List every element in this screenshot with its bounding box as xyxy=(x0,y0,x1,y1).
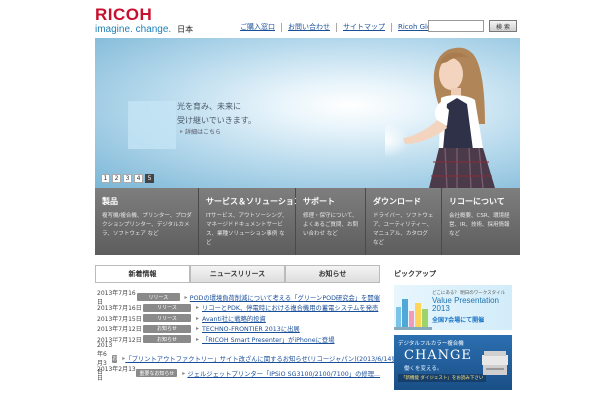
category-desc: 修理・保守について、よくあるご質問、お問い合わせ など xyxy=(303,213,359,237)
news-panel: 新着情報 ニュースリリース お知らせ 2013年7月16日 リリース ▸ POD… xyxy=(95,265,406,400)
news-tag: リリース xyxy=(143,303,191,312)
category-products[interactable]: 製品 複写機/複合機、プリンター、プロダクションプリンター、デジタルカメラ、ソフ… xyxy=(95,188,199,255)
tagline-text: imagine. change. xyxy=(95,24,172,35)
tab-latest[interactable]: 新着情報 xyxy=(95,265,190,282)
news-tag: リリース xyxy=(137,293,180,302)
news-item: 2013年7月15日 リリース ▸ Avanti社に戦略的投資 xyxy=(95,313,380,324)
news-date: 2013年2月13日 xyxy=(97,366,136,383)
hero-copy: 光を育み、未来に 受け継いでいきます。 xyxy=(177,100,277,128)
hero-decor-square xyxy=(128,101,176,149)
banner1-highlight: 全国7会場にて開催 xyxy=(432,317,485,324)
logo-tagline: imagine. change. 日本 xyxy=(95,24,215,35)
news-tag: 重要なお知らせ xyxy=(136,369,178,378)
news-item: 2013年2月13日 重要なお知らせ ▸ ジェルジェットプリンター「IPSiO … xyxy=(95,366,380,382)
category-download[interactable]: ダウンロード ドライバー、ソフトウェア、ユーティリティー、マニュアル、カタログ … xyxy=(366,188,442,255)
news-link[interactable]: 「プリントアウトファクトリー」サイト改ざんに関するお知らせ(リコージャパン)(2… xyxy=(125,354,406,363)
hero-detail-text: 詳細はこちら xyxy=(185,129,222,136)
news-list: 2013年7月16日 リリース ▸ PODの環境負荷削減について考える「グリーン… xyxy=(95,282,406,384)
news-tabs: 新着情報 ニュースリリース お知らせ xyxy=(95,265,380,282)
news-tag: お知らせ xyxy=(143,324,191,333)
banner2-line3: 働くを変える。 xyxy=(404,366,443,372)
link-purchase[interactable]: ご購入窓口 xyxy=(240,23,281,32)
news-link[interactable]: 「RICOH Smart Presenter」がiPhoneに登場 xyxy=(202,335,335,344)
pickup-title: ピックアップ xyxy=(394,269,436,278)
hero-copy-line2: 受け継いでいきます。 xyxy=(177,116,256,125)
category-title: サポート xyxy=(303,197,335,206)
girl-illustration xyxy=(385,47,495,188)
hero-pager: 1 2 3 4 5 xyxy=(101,174,154,183)
banner2-line1: デジタルフルカラー複合機 xyxy=(398,341,464,347)
news-item: 2013年7月16日 リリース ▸ PODの環境負荷削減について考える「グリーン… xyxy=(95,290,380,306)
hero-banner[interactable]: 光を育み、未来に 受け継いでいきます。 ▸ 詳細はこちら 1 2 3 4 5 xyxy=(95,38,520,188)
change-banner[interactable]: デジタルフルカラー複合機 CHANGE 働くを変える。 「新機能 ダイジェスト」… xyxy=(394,335,512,390)
search-input[interactable] xyxy=(428,20,484,32)
news-item: 2013年7月12日 お知らせ ▸ TECHNO-FRONTIER 2013に出… xyxy=(95,324,380,335)
banner2-headline: CHANGE xyxy=(404,348,472,363)
category-title: サービス＆ソリューション xyxy=(206,197,302,206)
ricoh-logo[interactable]: RICOH imagine. change. 日本 xyxy=(95,6,215,35)
hero-detail-link[interactable]: ▸ 詳細はこちら xyxy=(180,127,221,136)
tab-notices[interactable]: お知らせ xyxy=(285,265,380,282)
hero-copy-line1: 光を育み、未来に xyxy=(177,102,241,111)
logo-wordmark: RICOH xyxy=(95,5,153,24)
category-about[interactable]: リコーについて 会社概要、CSR、環境経営、IR、技術、採用情報 など xyxy=(442,188,520,255)
utility-nav: ご購入窓口 お問い合わせ サイトマップ Ricoh Global xyxy=(240,21,448,33)
banner1-title-line2: 2013 xyxy=(432,304,450,313)
link-contact[interactable]: お問い合わせ xyxy=(281,22,336,32)
news-tag: リリース xyxy=(143,314,191,323)
pickup-panel: ピックアップ どこにある？ 明日のワークスタイル Value Presentat… xyxy=(392,265,520,400)
value-presentation-banner[interactable]: どこにある？ 明日のワークスタイル Value Presentation 201… xyxy=(394,285,512,330)
category-nav: 製品 複写機/複合機、プリンター、プロダクションプリンター、デジタルカメラ、ソフ… xyxy=(95,188,520,255)
pager-dot-3[interactable]: 3 xyxy=(123,174,132,183)
category-support[interactable]: サポート 修理・保守について、よくあるご質問、お問い合わせ など xyxy=(296,188,366,255)
printer-icon xyxy=(482,351,508,375)
banner2-badge: 「新機能 ダイジェスト」をお読み下さい xyxy=(398,374,487,382)
category-desc: ITサービス、アウトソーシング、マネージドドキュメントサービス、業種ソリューショ… xyxy=(206,213,288,246)
news-date: 2013年7月15日 xyxy=(97,315,142,323)
pager-dot-2[interactable]: 2 xyxy=(112,174,121,183)
news-link[interactable]: リコーとPDK、停電時における複合機用の蓄電システムを発売 xyxy=(202,303,378,312)
pager-dot-5[interactable]: 5 xyxy=(145,174,154,183)
news-date: 2013年7月16日 xyxy=(97,305,142,313)
category-title: ダウンロード xyxy=(373,197,421,206)
news-link[interactable]: PODの環境負荷削減について考える「グリーンPOD研究会」を開催 xyxy=(190,293,380,302)
news-item: 2013年6月3日 重要なお知らせ ▸ 「プリントアウトファクトリー」サイト改ざ… xyxy=(95,335,406,384)
news-date: 2013年7月12日 xyxy=(97,326,142,334)
news-item: 2013年7月16日 リリース ▸ リコーとPDK、停電時における複合機用の蓄電… xyxy=(95,303,380,314)
news-link[interactable]: ジェルジェットプリンター「IPSiO SG3100/2100/7100」の修理.… xyxy=(187,369,380,378)
tab-news-releases[interactable]: ニュースリリース xyxy=(190,265,285,282)
category-title: リコーについて xyxy=(449,197,505,206)
arrow-right-icon: ▸ xyxy=(180,128,184,135)
news-tag: お知らせ xyxy=(143,335,191,344)
region-label: 日本 xyxy=(177,25,194,34)
category-title: 製品 xyxy=(102,197,118,206)
news-link[interactable]: TECHNO-FRONTIER 2013に出展 xyxy=(202,324,300,333)
pager-dot-1[interactable]: 1 xyxy=(101,174,110,183)
news-item: 2013年7月12日 お知らせ ▸ 「RICOH Smart Presenter… xyxy=(95,334,380,345)
news-tag: 重要なお知らせ xyxy=(112,335,118,384)
search-button[interactable]: 検 索 xyxy=(489,20,517,32)
category-desc: 複写機/複合機、プリンター、プロダクションプリンター、デジタルカメラ、ソフトウェ… xyxy=(102,213,192,237)
city-illustration xyxy=(394,299,432,330)
news-link[interactable]: Avanti社に戦略的投資 xyxy=(202,314,266,323)
link-sitemap[interactable]: サイトマップ xyxy=(336,22,391,32)
pager-dot-4[interactable]: 4 xyxy=(134,174,143,183)
category-desc: ドライバー、ソフトウェア、ユーティリティー、マニュアル、カタログ など xyxy=(373,213,434,246)
category-desc: 会社概要、CSR、環境経営、IR、技術、採用情報 など xyxy=(449,213,510,237)
banner1-title: Value Presentation 2013 xyxy=(432,297,499,313)
category-services[interactable]: サービス＆ソリューション ITサービス、アウトソーシング、マネージドドキュメント… xyxy=(199,188,302,255)
